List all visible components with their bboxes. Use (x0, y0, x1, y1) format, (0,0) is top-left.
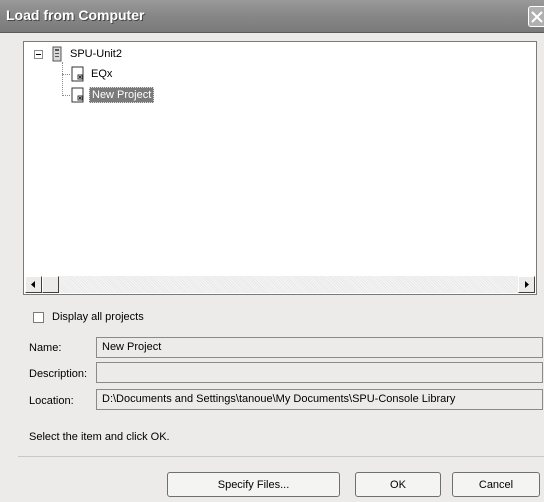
checkbox-box[interactable] (33, 311, 44, 323)
cancel-button[interactable]: Cancel (452, 472, 540, 497)
location-label: Location: (29, 395, 74, 407)
separator (18, 456, 544, 457)
tree-connector (62, 95, 70, 96)
tree-label-eqx: EQx (91, 68, 113, 80)
scroll-right-button[interactable] (518, 276, 535, 293)
tree-label-new-project: New Project (89, 87, 155, 103)
ok-button[interactable]: OK (355, 472, 441, 497)
load-dialog: Load from Computer SPU-Unit2 EQx New Pro… (0, 0, 544, 502)
description-label: Description: (29, 368, 88, 380)
tree-item-eqx[interactable]: EQx (70, 66, 114, 82)
tree-connector (62, 62, 63, 96)
close-button[interactable] (528, 6, 544, 27)
dialog-left-edge (0, 32, 18, 502)
tree-label-root: SPU-Unit2 (70, 48, 122, 60)
name-field: New Project (96, 337, 543, 358)
arrow-left-icon (31, 281, 35, 288)
scroll-thumb[interactable] (42, 276, 59, 293)
close-icon (531, 11, 543, 23)
tree-connector (62, 74, 70, 75)
display-all-projects-checkbox[interactable]: Display all projects (33, 311, 144, 323)
project-file-icon (70, 66, 86, 82)
project-file-icon (70, 87, 86, 103)
name-label: Name: (29, 342, 62, 354)
dialog-title: Load from Computer (6, 7, 145, 23)
project-tree[interactable]: SPU-Unit2 EQx New Project (23, 41, 537, 295)
tree-node-root[interactable]: SPU-Unit2 (34, 46, 124, 62)
horizontal-scrollbar[interactable] (25, 276, 535, 293)
location-field: D:\Documents and Settings\tanoue\My Docu… (96, 389, 543, 410)
scroll-left-button[interactable] (25, 276, 42, 293)
unit-icon (49, 46, 65, 62)
title-bar[interactable]: Load from Computer (0, 0, 544, 33)
display-all-label: Display all projects (52, 311, 144, 323)
instruction-text: Select the item and click OK. (29, 431, 170, 443)
description-field (96, 362, 543, 383)
collapse-icon[interactable] (34, 49, 43, 59)
tree-item-new-project[interactable]: New Project (70, 87, 155, 103)
arrow-right-icon (525, 281, 529, 288)
specify-files-button[interactable]: Specify Files... (167, 472, 340, 497)
